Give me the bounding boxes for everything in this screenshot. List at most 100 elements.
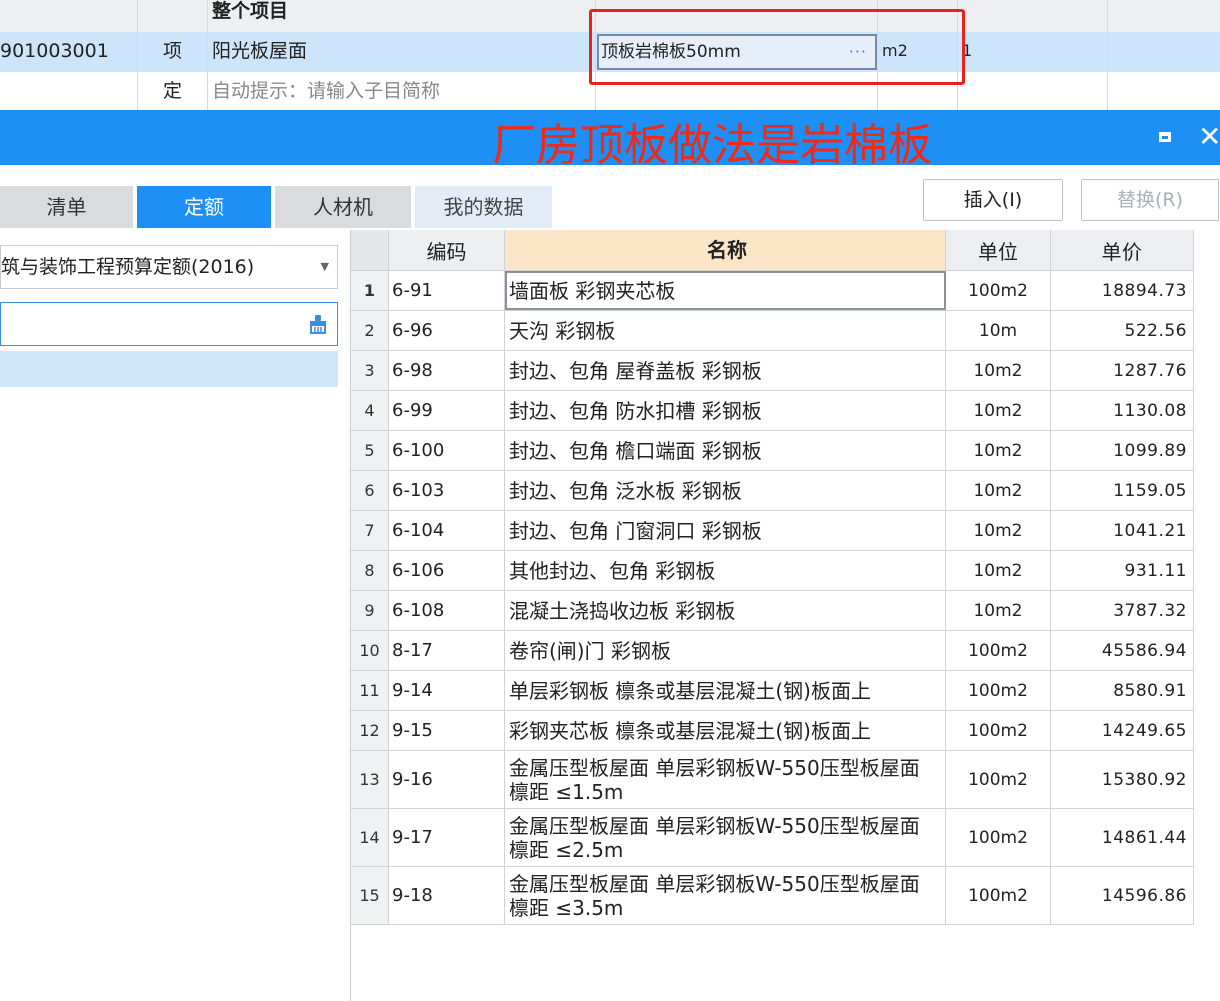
row-unit[interactable]: 100m2 bbox=[946, 671, 1051, 710]
row-code[interactable]: 9-17 bbox=[389, 809, 505, 866]
row-price[interactable]: 522.56 bbox=[1051, 311, 1194, 350]
row-unit[interactable]: 100m2 bbox=[946, 271, 1051, 310]
close-icon[interactable]: ✕ bbox=[1198, 120, 1220, 154]
tab-quota[interactable]: 定额 bbox=[137, 186, 271, 228]
row-name[interactable]: 墙面板 彩钢夹芯板 bbox=[505, 271, 946, 310]
row-code[interactable]: 9-16 bbox=[389, 751, 505, 808]
row-name[interactable]: 其他封边、包角 彩钢板 bbox=[505, 551, 946, 590]
row-code[interactable]: 6-91 bbox=[389, 271, 505, 310]
table-row[interactable]: 13 9-16 金属压型板屋面 单层彩钢板W-550压型板屋面 檩距 ≤1.5m 10… bbox=[351, 751, 1194, 809]
table-row[interactable]: 9 6-108 混凝土浇捣收边板 彩钢板 10m2 3787.32 bbox=[351, 591, 1194, 631]
table-row[interactable]: 14 9-17 金属压型板屋面 单层彩钢板W-550压型板屋面 檩距 ≤2.5m 10… bbox=[351, 809, 1194, 867]
row-name[interactable]: 封边、包角 泛水板 彩钢板 bbox=[505, 471, 946, 510]
row-code[interactable]: 8-17 bbox=[389, 631, 505, 670]
row-unit[interactable]: 10m2 bbox=[946, 511, 1051, 550]
replace-button[interactable]: 替换(R) bbox=[1081, 179, 1219, 221]
quota-hint[interactable]: 自动提示：请输入子目简称 bbox=[208, 72, 596, 110]
row-code[interactable]: 6-103 bbox=[389, 471, 505, 510]
row-name[interactable]: 卷帘(闸)门 彩钢板 bbox=[505, 631, 946, 670]
row-code[interactable]: 9-18 bbox=[389, 867, 505, 924]
row-unit[interactable]: 10m2 bbox=[946, 591, 1051, 630]
row-name[interactable]: 天沟 彩钢板 bbox=[505, 311, 946, 350]
row-code[interactable]: 6-108 bbox=[389, 591, 505, 630]
tree-selected-node[interactable] bbox=[0, 351, 338, 387]
table-row[interactable]: 8 6-106 其他封边、包角 彩钢板 10m2 931.11 bbox=[351, 551, 1194, 591]
row-price[interactable]: 14861.44 bbox=[1051, 809, 1194, 866]
row-code[interactable]: 6-98 bbox=[389, 351, 505, 390]
table-row[interactable]: 1 6-91 墙面板 彩钢夹芯板 100m2 18894.73 bbox=[351, 271, 1194, 311]
row-price[interactable]: 931.11 bbox=[1051, 551, 1194, 590]
clear-brush-icon[interactable] bbox=[307, 313, 329, 335]
row-price[interactable]: 14249.65 bbox=[1051, 711, 1194, 750]
row-price[interactable]: 1159.05 bbox=[1051, 471, 1194, 510]
row-name[interactable]: 金属压型板屋面 单层彩钢板W-550压型板屋面 檩距 ≤2.5m bbox=[505, 809, 946, 866]
row-code[interactable]: 6-99 bbox=[389, 391, 505, 430]
table-row[interactable]: 12 9-15 彩钢夹芯板 檩条或基层混凝土(钢)板面上 100m2 14249.65 bbox=[351, 711, 1194, 751]
row-name[interactable]: 金属压型板屋面 单层彩钢板W-550压型板屋面 檩距 ≤3.5m bbox=[505, 867, 946, 924]
row-code[interactable]: 6-100 bbox=[389, 431, 505, 470]
row-price[interactable]: 18894.73 bbox=[1051, 271, 1194, 310]
row-code[interactable]: 6-106 bbox=[389, 551, 505, 590]
item-type[interactable]: 项 bbox=[138, 32, 208, 72]
quota-library-select[interactable]: 筑与装饰工程预算定额(2016) ▼ bbox=[0, 245, 338, 289]
row-unit[interactable]: 100m2 bbox=[946, 751, 1051, 808]
item-code[interactable]: 901003001 bbox=[0, 32, 138, 72]
row-name[interactable]: 封边、包角 屋脊盖板 彩钢板 bbox=[505, 351, 946, 390]
header-unit[interactable]: 单位 bbox=[946, 230, 1051, 270]
row-price[interactable]: 14596.86 bbox=[1051, 867, 1194, 924]
row-price[interactable]: 8580.91 bbox=[1051, 671, 1194, 710]
chevron-down-icon[interactable]: ▼ bbox=[321, 246, 329, 288]
tab-resources[interactable]: 人材机 bbox=[275, 186, 411, 228]
row-price[interactable]: 1041.21 bbox=[1051, 511, 1194, 550]
row-price[interactable]: 1130.08 bbox=[1051, 391, 1194, 430]
tab-bill[interactable]: 清单 bbox=[0, 186, 133, 228]
row-index: 7 bbox=[351, 511, 389, 550]
table-row[interactable]: 7 6-104 封边、包角 门窗洞口 彩钢板 10m2 1041.21 bbox=[351, 511, 1194, 551]
insert-button[interactable]: 插入(I) bbox=[923, 179, 1063, 221]
row-name[interactable]: 封边、包角 门窗洞口 彩钢板 bbox=[505, 511, 946, 550]
row-code[interactable]: 9-14 bbox=[389, 671, 505, 710]
row-name[interactable]: 单层彩钢板 檩条或基层混凝土(钢)板面上 bbox=[505, 671, 946, 710]
row-code[interactable]: 9-15 bbox=[389, 711, 505, 750]
row-unit[interactable]: 10m2 bbox=[946, 351, 1051, 390]
row-name[interactable]: 混凝土浇捣收边板 彩钢板 bbox=[505, 591, 946, 630]
header-code[interactable]: 编码 bbox=[389, 230, 505, 270]
row-name[interactable]: 彩钢夹芯板 檩条或基层混凝土(钢)板面上 bbox=[505, 711, 946, 750]
row-price[interactable]: 15380.92 bbox=[1051, 751, 1194, 808]
row-unit[interactable]: 10m2 bbox=[946, 551, 1051, 590]
maximize-icon[interactable] bbox=[1156, 128, 1176, 146]
table-row[interactable]: 15 9-18 金属压型板屋面 单层彩钢板W-550压型板屋面 檩距 ≤3.5m 10… bbox=[351, 867, 1194, 925]
row-index: 5 bbox=[351, 431, 389, 470]
table-row[interactable]: 10 8-17 卷帘(闸)门 彩钢板 100m2 45586.94 bbox=[351, 631, 1194, 671]
row-name[interactable]: 封边、包角 防水扣槽 彩钢板 bbox=[505, 391, 946, 430]
item-name[interactable]: 阳光板屋面 bbox=[208, 32, 596, 72]
row-code[interactable]: 6-96 bbox=[389, 311, 505, 350]
row-name[interactable]: 封边、包角 檐口端面 彩钢板 bbox=[505, 431, 946, 470]
row-unit[interactable]: 100m2 bbox=[946, 867, 1051, 924]
table-row[interactable]: 5 6-100 封边、包角 檐口端面 彩钢板 10m2 1099.89 bbox=[351, 431, 1194, 471]
row-price[interactable]: 3787.32 bbox=[1051, 591, 1194, 630]
row-unit[interactable]: 100m2 bbox=[946, 809, 1051, 866]
item-quantity[interactable]: 1 bbox=[958, 32, 1108, 72]
row-index: 13 bbox=[351, 751, 389, 808]
table-row[interactable]: 11 9-14 单层彩钢板 檩条或基层混凝土(钢)板面上 100m2 8580.91 bbox=[351, 671, 1194, 711]
table-row[interactable]: 6 6-103 封边、包角 泛水板 彩钢板 10m2 1159.05 bbox=[351, 471, 1194, 511]
row-price[interactable]: 45586.94 bbox=[1051, 631, 1194, 670]
row-price[interactable]: 1099.89 bbox=[1051, 431, 1194, 470]
tab-my-data[interactable]: 我的数据 bbox=[415, 186, 552, 228]
search-input[interactable] bbox=[0, 302, 338, 346]
row-unit[interactable]: 10m2 bbox=[946, 391, 1051, 430]
row-unit[interactable]: 10m2 bbox=[946, 471, 1051, 510]
row-price[interactable]: 1287.76 bbox=[1051, 351, 1194, 390]
row-unit[interactable]: 100m2 bbox=[946, 711, 1051, 750]
row-unit[interactable]: 10m bbox=[946, 311, 1051, 350]
header-name[interactable]: 名称 bbox=[505, 230, 946, 270]
table-row[interactable]: 2 6-96 天沟 彩钢板 10m 522.56 bbox=[351, 311, 1194, 351]
row-unit[interactable]: 100m2 bbox=[946, 631, 1051, 670]
row-code[interactable]: 6-104 bbox=[389, 511, 505, 550]
row-unit[interactable]: 10m2 bbox=[946, 431, 1051, 470]
table-row[interactable]: 4 6-99 封边、包角 防水扣槽 彩钢板 10m2 1130.08 bbox=[351, 391, 1194, 431]
header-price[interactable]: 单价 bbox=[1051, 230, 1194, 270]
row-name[interactable]: 金属压型板屋面 单层彩钢板W-550压型板屋面 檩距 ≤1.5m bbox=[505, 751, 946, 808]
table-row[interactable]: 3 6-98 封边、包角 屋脊盖板 彩钢板 10m2 1287.76 bbox=[351, 351, 1194, 391]
